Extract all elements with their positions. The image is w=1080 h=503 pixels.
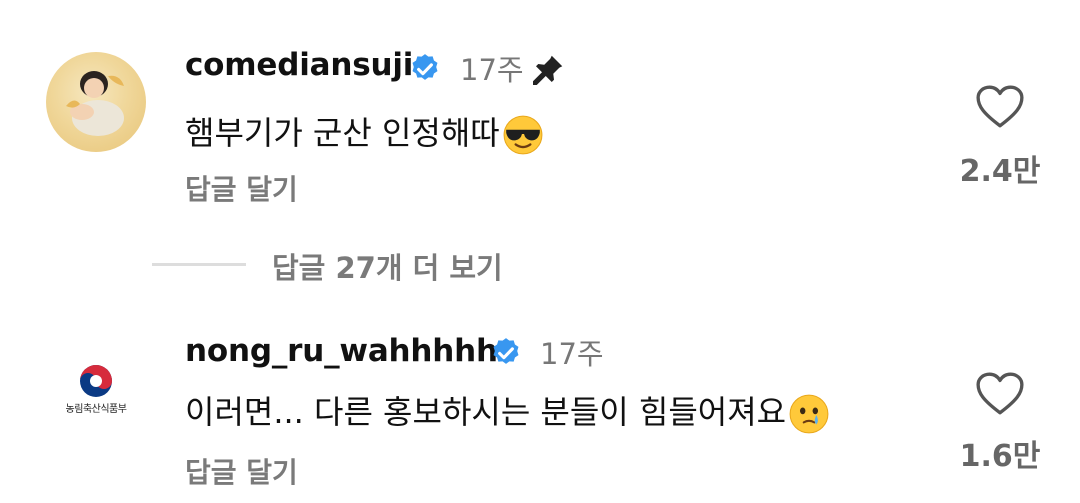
comment-time: 17주 [540,337,604,371]
heart-icon[interactable] [975,371,1025,417]
verified-badge-icon [493,338,519,364]
face-holding-back-tears-emoji [789,394,829,434]
logo-text: 농림축산식품부 [65,404,127,415]
smiling-face-with-sunglasses-emoji [503,115,543,155]
avatar-photo [66,71,124,136]
government-logo: 농림축산식품부 [46,329,146,429]
divider-line [152,263,246,266]
view-more-replies-label[interactable]: 답글 27개 더 보기 [272,245,503,287]
avatar[interactable] [46,52,146,152]
username[interactable]: nong_ru_wahhhhh [185,333,498,369]
reply-button[interactable]: 답글 달기 [185,168,298,208]
taegeuk-logo-icon [80,365,112,397]
like-count: 1.6만 [959,439,1041,474]
pin-icon [533,55,563,85]
avatar[interactable]: 농림축산식품부 [46,329,146,429]
comment-text-row: 햄부기가 군산 인정해따 [185,108,544,156]
username[interactable]: comediansuji [185,47,413,83]
comment-text: 이러면... 다른 홍보하시는 분들이 힘들어져요 [185,393,787,431]
view-more-replies[interactable]: 답글 27개 더 보기 [152,245,652,285]
comment-time: 17주 [460,53,524,87]
comment-text: 햄부기가 군산 인정해따 [185,114,500,152]
comment-text-row: 이러면... 다른 홍보하시는 분들이 힘들어져요 [185,387,830,435]
like-count: 2.4만 [959,154,1041,189]
reply-button[interactable]: 답글 달기 [185,451,298,491]
heart-icon[interactable] [975,84,1025,130]
verified-badge-icon [412,54,438,80]
